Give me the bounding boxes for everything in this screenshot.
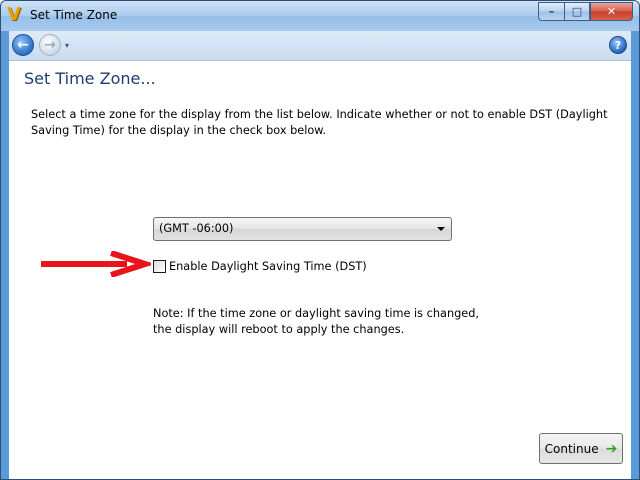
back-arrow-icon: ← — [17, 37, 29, 53]
dst-checkbox[interactable] — [153, 259, 166, 273]
continue-button[interactable]: Continue ➔ — [539, 433, 623, 464]
forward-arrow-icon: → — [44, 37, 56, 53]
navigation-bar: ← → ▾ ? — [9, 31, 631, 61]
caption-buttons: – □ ✕ — [538, 2, 633, 21]
minimize-icon: – — [548, 5, 555, 18]
app-logo-icon: V — [7, 4, 21, 25]
dst-checkbox-label[interactable]: Enable Daylight Saving Time (DST) — [169, 260, 367, 273]
instructions-text: Select a time zone for the display from … — [31, 108, 608, 137]
maximize-button[interactable]: □ — [564, 2, 590, 21]
minimize-button[interactable]: – — [538, 2, 564, 21]
window-title: Set Time Zone — [30, 8, 118, 22]
history-dropdown-icon[interactable]: ▾ — [65, 41, 69, 50]
continue-button-label: Continue — [544, 441, 599, 456]
page-title: Set Time Zone... — [24, 69, 156, 88]
chevron-down-icon — [437, 227, 445, 231]
title-bar[interactable]: V Set Time Zone – □ ✕ — [1, 1, 639, 31]
right-arrow-icon: ➔ — [605, 440, 618, 457]
time-zone-select[interactable]: (GMT -06:00) — [153, 217, 452, 241]
wizard-content: Set Time Zone... Select a time zone for … — [9, 61, 631, 479]
close-button[interactable]: ✕ — [590, 2, 633, 21]
time-zone-selected-value: (GMT -06:00) — [159, 222, 234, 235]
reboot-note: Note: If the time zone or daylight savin… — [153, 307, 479, 336]
red-pointer-arrow-icon — [41, 251, 151, 277]
help-glyph: ? — [614, 38, 622, 52]
forward-button[interactable]: → — [39, 34, 61, 56]
set-time-zone-window: V Set Time Zone – □ ✕ ← → ▾ ? Set Time Z… — [0, 0, 640, 480]
back-button[interactable]: ← — [12, 34, 34, 56]
maximize-icon: □ — [571, 5, 583, 18]
close-icon: ✕ — [606, 5, 617, 18]
help-icon[interactable]: ? — [609, 36, 627, 54]
dst-option[interactable]: Enable Daylight Saving Time (DST) — [153, 258, 367, 274]
